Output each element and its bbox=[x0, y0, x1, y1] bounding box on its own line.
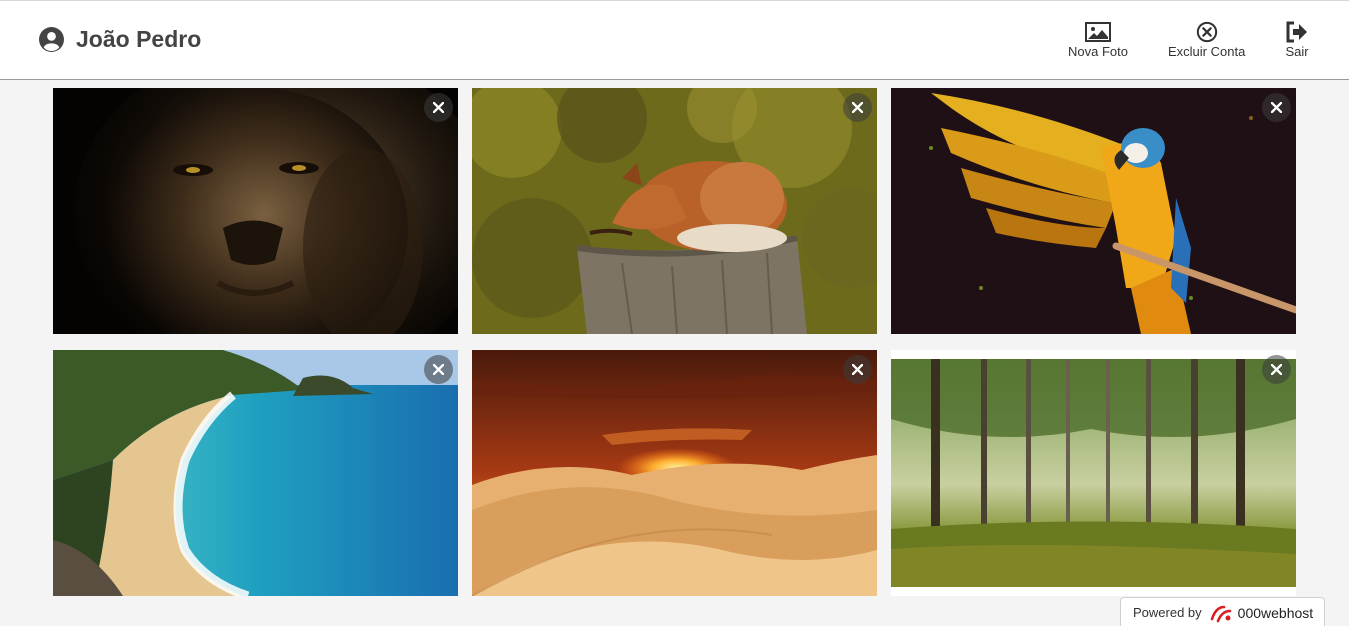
webhost-brand: 000webhost bbox=[1237, 604, 1314, 621]
macaw-photo bbox=[891, 88, 1296, 334]
delete-photo-button[interactable] bbox=[1262, 355, 1291, 384]
close-icon bbox=[433, 364, 444, 375]
delete-photo-button[interactable] bbox=[424, 93, 453, 122]
photo-card bbox=[53, 88, 458, 334]
delete-photo-button[interactable] bbox=[843, 355, 872, 384]
sign-out-icon bbox=[1286, 21, 1307, 43]
forest-photo bbox=[891, 359, 1296, 587]
photo-card bbox=[53, 350, 458, 596]
close-icon bbox=[1271, 364, 1282, 375]
circle-x-icon bbox=[1196, 21, 1217, 43]
desert-photo bbox=[472, 350, 877, 596]
delete-photo-button[interactable] bbox=[843, 93, 872, 122]
delete-photo-button[interactable] bbox=[1262, 93, 1291, 122]
photo-card bbox=[891, 350, 1296, 596]
new-photo-button[interactable]: Nova Foto bbox=[1068, 21, 1128, 59]
user-circle-icon bbox=[39, 27, 64, 52]
close-icon bbox=[433, 102, 444, 113]
logout-button[interactable]: Sair bbox=[1285, 21, 1309, 59]
lion-photo bbox=[53, 88, 458, 334]
delete-account-button[interactable]: Excluir Conta bbox=[1168, 21, 1245, 59]
powered-by-badge[interactable]: Powered by 000webhost bbox=[1120, 597, 1325, 626]
close-icon bbox=[852, 364, 863, 375]
close-icon bbox=[1271, 102, 1282, 113]
user-name: João Pedro bbox=[76, 26, 202, 52]
beach-photo bbox=[53, 350, 458, 596]
delete-account-label: Excluir Conta bbox=[1168, 44, 1246, 59]
fox-photo bbox=[472, 88, 877, 334]
logout-label: Sair bbox=[1285, 44, 1309, 59]
photo-card bbox=[472, 88, 877, 334]
powered-by-label: Powered by bbox=[1133, 605, 1202, 620]
user-profile: João Pedro bbox=[39, 26, 201, 53]
webhost-logo-icon bbox=[1210, 605, 1231, 622]
top-bar: João Pedro Nova Foto Excluir Conta Sair bbox=[0, 0, 1349, 80]
photo-card bbox=[891, 88, 1296, 334]
close-icon bbox=[852, 102, 863, 113]
image-icon bbox=[1084, 22, 1111, 42]
delete-photo-button[interactable] bbox=[424, 355, 453, 384]
photo-card bbox=[472, 350, 877, 596]
new-photo-label: Nova Foto bbox=[1068, 44, 1128, 59]
